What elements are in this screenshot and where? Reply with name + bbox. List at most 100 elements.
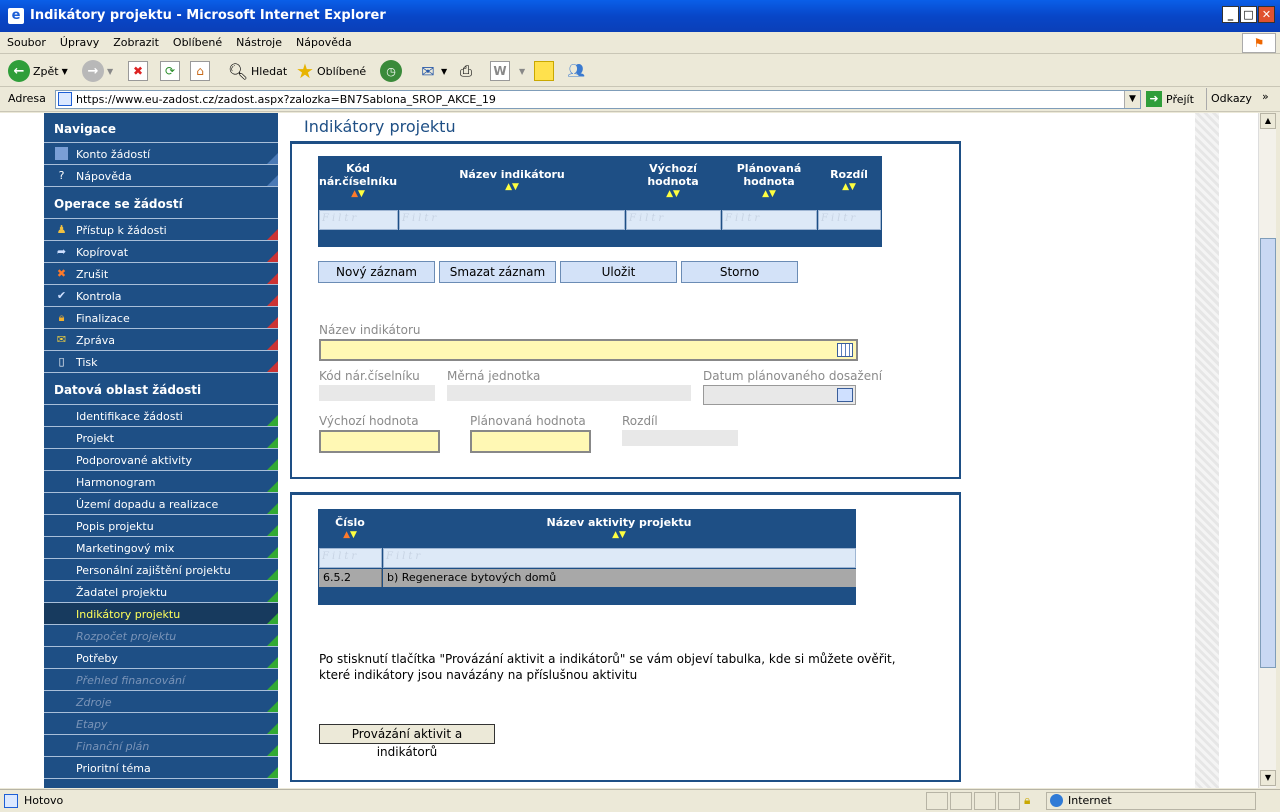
sort-down-icon[interactable]: ▼ [358, 189, 365, 199]
sidebar-item-harmonogram[interactable]: Harmonogram [44, 471, 278, 493]
note-icon[interactable] [534, 61, 554, 81]
search-label: Hledat [251, 64, 288, 78]
sort-up-icon[interactable]: ▲ [351, 189, 358, 199]
sidebar-item-zadatel[interactable]: Žadatel projektu [44, 581, 278, 603]
lookup-table-icon[interactable] [837, 343, 853, 357]
sidebar-item-indikatory[interactable]: Indikátory projektu [44, 603, 278, 625]
filter-nazev-aktivity[interactable]: Filtr [383, 548, 856, 568]
sort-down-icon[interactable]: ▼ [512, 182, 519, 192]
sort-up-icon[interactable]: ▲ [842, 182, 849, 192]
sort-up-icon[interactable]: ▲ [343, 530, 350, 540]
links-label[interactable]: Odkazy [1211, 92, 1252, 105]
link-activities-indicators-button[interactable]: Provázání aktivit a indikátorů [319, 724, 495, 759]
filter-nazev[interactable]: Filtr [399, 210, 625, 230]
maximize-button[interactable]: □ [1240, 6, 1257, 23]
address-bar: Adresa https://www.eu-zadost.cz/zadost.a… [0, 88, 1280, 112]
scrollbar-thumb[interactable] [1260, 238, 1276, 668]
refresh-icon[interactable]: ⟳ [160, 61, 180, 81]
sidebar-item-potreby[interactable]: Potřeby [44, 647, 278, 669]
sort-down-icon[interactable]: ▼ [673, 189, 680, 199]
sort-down-icon[interactable]: ▼ [849, 182, 856, 192]
dropdown-arrow-icon[interactable]: ▼ [62, 67, 68, 76]
go-button[interactable]: ➜ Přejít [1146, 91, 1194, 107]
sidebar-item-popis[interactable]: Popis projektu [44, 515, 278, 537]
sort-up-icon[interactable]: ▲ [612, 530, 619, 540]
edit-icon[interactable]: W [490, 61, 510, 81]
delete-record-button[interactable]: Smazat záznam [439, 261, 556, 283]
col-header-planovana[interactable]: Plánovaná hodnota ▲▼ [721, 162, 817, 201]
print-icon[interactable]: ⎙ [456, 61, 476, 81]
start-value-input[interactable] [319, 430, 440, 453]
scroll-down-icon[interactable]: ▼ [1260, 770, 1276, 786]
minimize-button[interactable]: _ [1222, 6, 1239, 23]
cancel-button[interactable]: Storno [681, 261, 798, 283]
vertical-scrollbar[interactable]: ▲ ▼ [1258, 113, 1276, 788]
filter-planovana[interactable]: Filtr [722, 210, 817, 230]
sort-up-icon[interactable]: ▲ [505, 182, 512, 192]
sidebar-item-kopirovat[interactable]: ➦ Kopírovat [44, 241, 278, 263]
address-dropdown-icon[interactable]: ▼ [1124, 91, 1140, 108]
address-input[interactable]: https://www.eu-zadost.cz/zadost.aspx?zal… [55, 90, 1141, 109]
save-button[interactable]: Uložit [560, 261, 677, 283]
filter-kod[interactable]: Filtr [319, 210, 398, 230]
sidebar-item-aktivity[interactable]: Podporované aktivity [44, 449, 278, 471]
menu-view[interactable]: Zobrazit [106, 32, 166, 49]
sort-up-icon[interactable]: ▲ [666, 189, 673, 199]
sort-down-icon[interactable]: ▼ [769, 189, 776, 199]
dropdown-arrow-icon[interactable]: ▼ [441, 67, 447, 76]
forward-button[interactable]: → ▼ [82, 59, 113, 83]
favorites-button[interactable]: ★ Oblíbené [296, 59, 366, 83]
dropdown-arrow-icon[interactable]: ▼ [519, 67, 525, 76]
menu-favorites[interactable]: Oblíbené [166, 32, 229, 49]
date-field[interactable] [703, 385, 856, 405]
planned-value-input[interactable] [470, 430, 591, 453]
search-button[interactable]: 🔍︎ Hledat [228, 59, 287, 83]
calendar-icon[interactable] [837, 388, 853, 402]
table-row-cell-cislo[interactable]: 6.5.2 [319, 569, 382, 587]
sort-up-icon[interactable]: ▲ [762, 189, 769, 199]
back-button[interactable]: ← Zpět ▼ [8, 59, 68, 83]
filter-vychozi[interactable]: Filtr [626, 210, 721, 230]
sidebar-item-marketing[interactable]: Marketingový mix [44, 537, 278, 559]
history-icon[interactable]: ◷ [380, 60, 402, 82]
address-label: Adresa [8, 92, 46, 105]
close-button[interactable]: ✕ [1258, 6, 1275, 23]
sidebar-item-pristup[interactable]: ♟ Přístup k žádosti [44, 219, 278, 241]
sort-down-icon[interactable]: ▼ [350, 530, 357, 540]
table-row-cell-nazev[interactable]: b) Regenerace bytových domů [383, 569, 856, 587]
menu-file[interactable]: Soubor [0, 32, 53, 49]
col-header-kod[interactable]: Kód nár.číselníku ▲▼ [319, 162, 397, 201]
menu-edit[interactable]: Úpravy [53, 32, 106, 49]
sidebar-item-projekt[interactable]: Projekt [44, 427, 278, 449]
sidebar-item-zprava[interactable]: ✉ Zpráva [44, 329, 278, 351]
sidebar-item-prioritni[interactable]: Prioritní téma [44, 757, 278, 779]
sidebar-item-identifikace[interactable]: Identifikace žádosti [44, 405, 278, 427]
sidebar-item-tisk[interactable]: ▯ Tisk [44, 351, 278, 373]
sidebar-item-zrusit[interactable]: ✖ Zrušit [44, 263, 278, 285]
sidebar-item-uzemi[interactable]: Území dopadu a realizace [44, 493, 278, 515]
chevron-right-icon[interactable]: » [1262, 90, 1269, 103]
sidebar-item-konto[interactable]: Konto žádostí [44, 143, 278, 165]
menu-help[interactable]: Nápověda [289, 32, 359, 49]
stop-icon[interactable]: ✖ [128, 61, 148, 81]
filter-cislo[interactable]: Filtr [319, 548, 382, 568]
col-header-nazev[interactable]: Název indikátoru ▲▼ [399, 168, 625, 194]
menu-tools[interactable]: Nástroje [229, 32, 289, 49]
col-header-cislo[interactable]: Číslo ▲▼ [319, 516, 381, 542]
col-header-rozdil[interactable]: Rozdíl ▲▼ [818, 168, 880, 194]
mail-icon[interactable]: ✉ [418, 61, 438, 81]
dropdown-arrow-icon[interactable]: ▼ [107, 67, 113, 76]
messenger-icon[interactable]: 👥︎ [566, 61, 586, 81]
sidebar-item-finalizace[interactable]: 🔒︎ Finalizace [44, 307, 278, 329]
col-header-nazev-aktivity[interactable]: Název aktivity projektu ▲▼ [383, 516, 855, 542]
sidebar-item-napoveda[interactable]: ? Nápověda [44, 165, 278, 187]
sidebar-item-kontrola[interactable]: ✔ Kontrola [44, 285, 278, 307]
home-icon[interactable]: ⌂ [190, 61, 210, 81]
filter-rozdil[interactable]: Filtr [818, 210, 881, 230]
new-record-button[interactable]: Nový záznam [318, 261, 435, 283]
scroll-up-icon[interactable]: ▲ [1260, 113, 1276, 129]
col-header-vychozi[interactable]: Výchozí hodnota ▲▼ [626, 162, 720, 201]
indicator-name-input[interactable] [319, 339, 858, 361]
sidebar-item-personalni[interactable]: Personální zajištění projektu [44, 559, 278, 581]
sort-down-icon[interactable]: ▼ [619, 530, 626, 540]
